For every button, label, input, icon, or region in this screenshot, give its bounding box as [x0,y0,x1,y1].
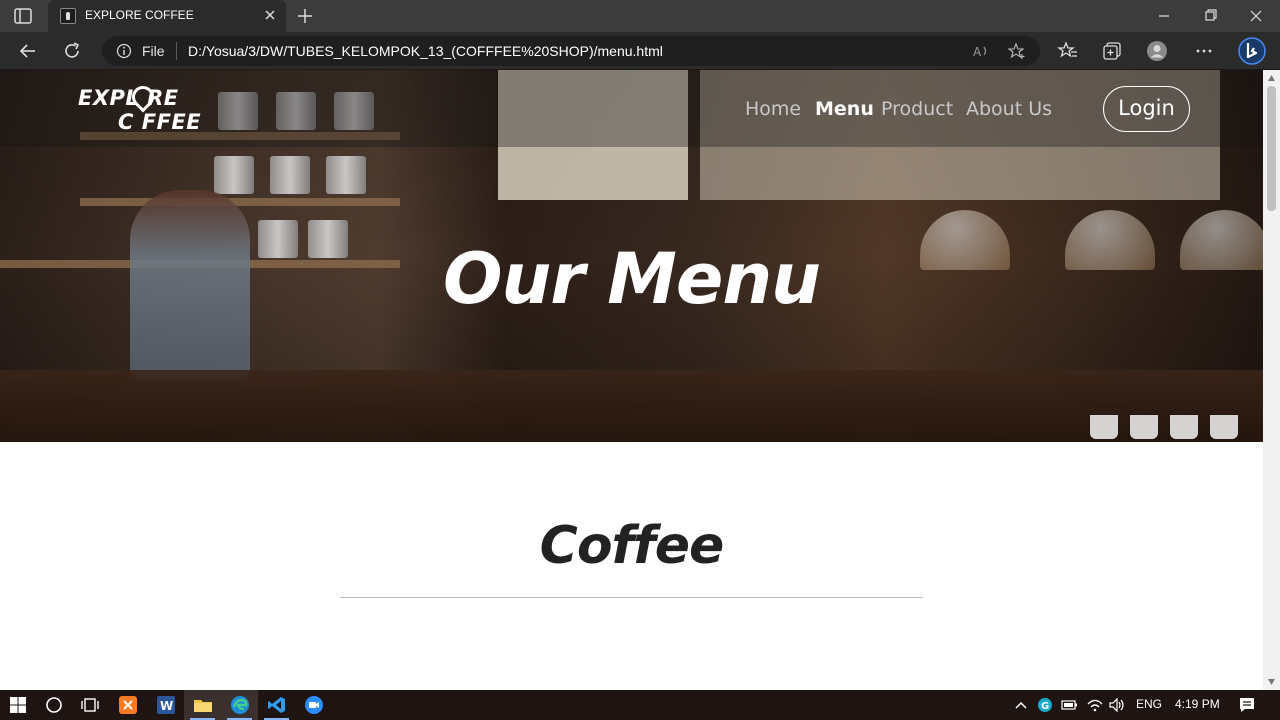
site-logo[interactable]: EXPL RE C FFEE [76,81,216,134]
minimize-window-icon[interactable] [1152,8,1176,24]
nav-link-about[interactable]: About Us [966,98,1052,120]
file-explorer-icon[interactable] [193,695,213,715]
section-title: Coffee [539,516,725,576]
site-favicon-icon [60,8,76,24]
address-scheme-label: File [142,43,165,59]
edge-browser-icon[interactable] [230,695,250,715]
show-hidden-icons-icon[interactable] [1012,695,1030,715]
svg-text:G: G [1041,701,1049,712]
scroll-up-icon[interactable] [1267,74,1276,82]
cup-decor [1210,415,1238,439]
address-divider [176,42,177,60]
scrollbar-thumb[interactable] [1267,86,1276,211]
logo-line-1: EXPL RE [78,86,179,110]
vscode-app-icon[interactable] [267,695,287,715]
close-window-icon[interactable] [1244,8,1268,24]
tab-actions-icon[interactable] [12,6,34,26]
read-aloud-icon[interactable]: A [972,42,990,60]
browser-toolbar: File D:/Yosua/3/DW/TUBES_KELOMPOK_13_(CO… [0,32,1280,70]
page-viewport: EXPL RE C FFEE Home Menu Product About U… [0,70,1263,690]
address-bar[interactable]: File D:/Yosua/3/DW/TUBES_KELOMPOK_13_(CO… [102,36,1040,66]
zoom-app-icon[interactable] [304,695,324,715]
hero-banner: EXPL RE C FFEE Home Menu Product About U… [0,70,1263,442]
counter-decor [0,370,1263,442]
canister-decor [214,156,254,194]
login-button[interactable]: Login [1103,86,1190,132]
restore-window-icon[interactable] [1198,8,1222,24]
svg-text:W: W [160,699,173,713]
cup-decor [1130,415,1158,439]
canister-decor [326,156,366,194]
more-options-icon[interactable] [1193,40,1215,62]
back-icon[interactable] [17,40,39,62]
browser-tab-active[interactable]: EXPLORE COFFEE [48,0,286,32]
nav-link-home[interactable]: Home [745,98,801,120]
word-app-icon[interactable]: W [156,695,176,715]
section-divider [340,597,923,598]
nav-link-product[interactable]: Product [881,98,953,120]
new-tab-icon[interactable] [295,6,315,26]
input-language[interactable]: ENG [1136,697,1162,711]
windows-taskbar: W G ENG 4:19 PM [0,690,1280,720]
canister-decor [270,156,310,194]
search-icon[interactable] [44,695,64,715]
site-info-icon[interactable] [116,43,132,59]
favorites-icon[interactable] [1057,40,1079,62]
tab-title: EXPLORE COFFEE [85,8,194,22]
address-url[interactable]: D:/Yosua/3/DW/TUBES_KELOMPOK_13_(COFFFEE… [188,43,663,59]
profile-avatar-icon[interactable] [1146,40,1168,62]
collections-icon[interactable] [1101,40,1123,62]
svg-text:A: A [973,45,982,59]
close-tab-icon[interactable] [262,7,278,23]
volume-icon[interactable] [1108,695,1126,715]
browser-tab-strip: EXPLORE COFFEE [0,0,1280,32]
xampp-app-icon[interactable] [118,695,138,715]
refresh-icon[interactable] [61,40,83,62]
shelf-decor [80,198,400,206]
task-view-icon[interactable] [80,695,100,715]
tray-app-icon[interactable]: G [1036,695,1054,715]
hero-title: Our Menu [442,238,821,320]
battery-icon[interactable] [1060,695,1078,715]
add-favorite-icon[interactable] [1008,42,1026,60]
taskbar-clock[interactable]: 4:19 PM [1175,697,1220,711]
windows-start-icon[interactable] [8,695,28,715]
cup-decor [1090,415,1118,439]
bing-chat-icon[interactable] [1238,36,1266,66]
scroll-down-icon[interactable] [1267,678,1276,686]
wifi-icon[interactable] [1086,695,1104,715]
cup-decor [1170,415,1198,439]
logo-line-2: C FFEE [118,110,202,134]
notifications-icon[interactable] [1237,695,1257,715]
nav-link-menu[interactable]: Menu [815,98,874,120]
page-scrollbar[interactable] [1263,70,1280,690]
